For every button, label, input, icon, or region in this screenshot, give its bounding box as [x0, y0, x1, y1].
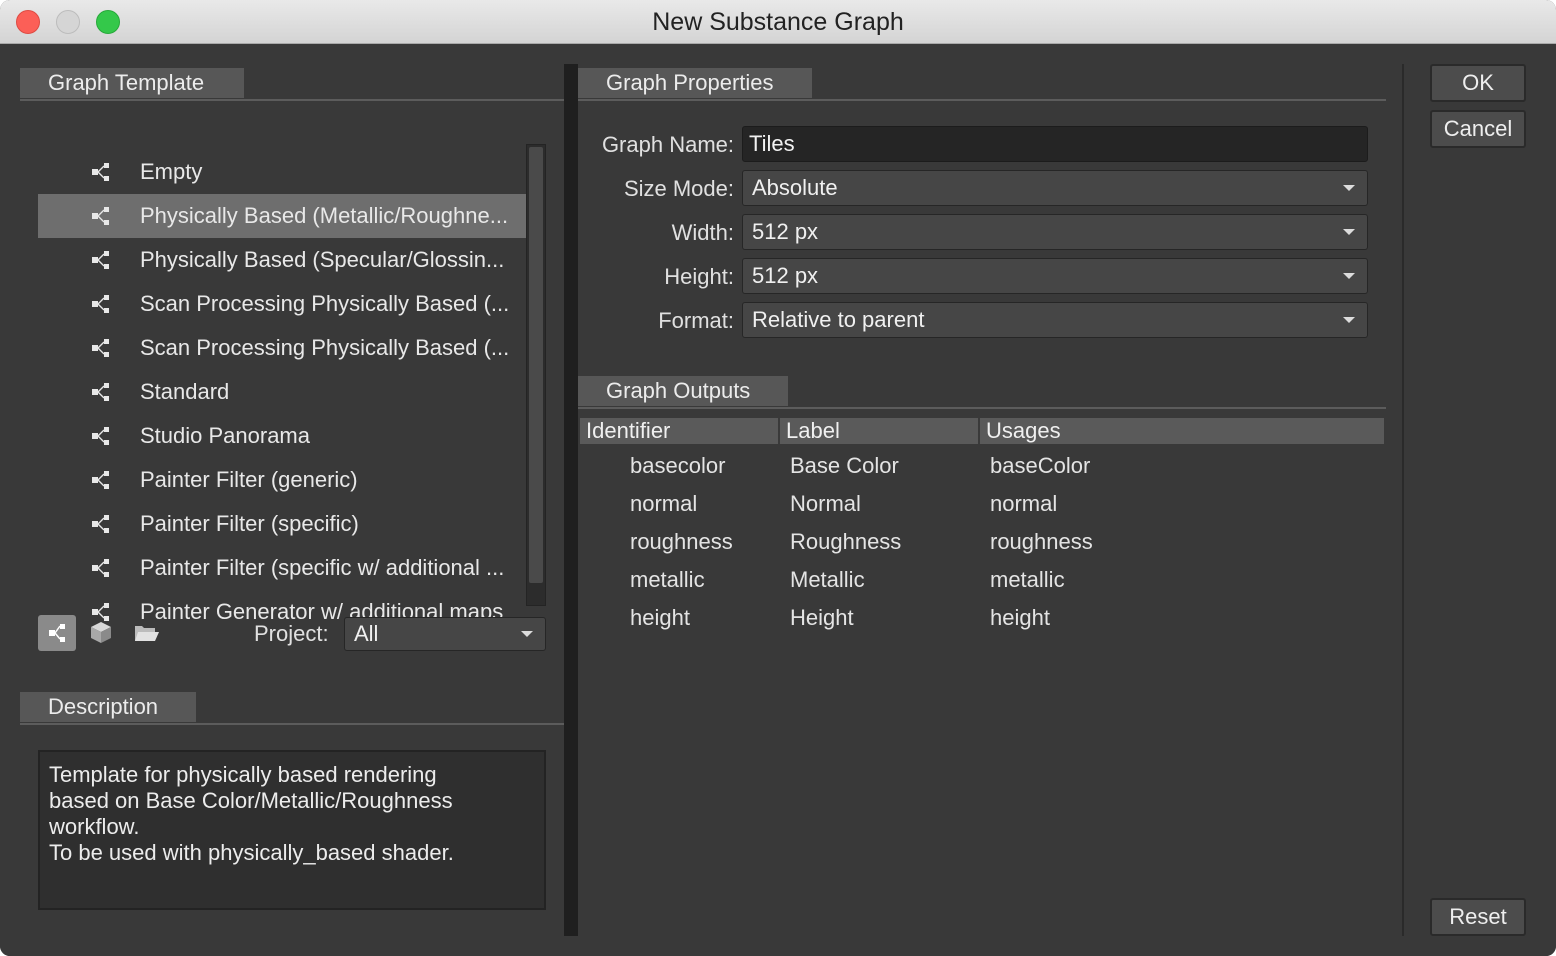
height-label: Height:: [664, 264, 734, 289]
graph-outputs-divider: [578, 407, 1386, 409]
column-header-label[interactable]: Label: [780, 418, 980, 444]
chevron-down-icon: [1343, 317, 1355, 323]
template-item[interactable]: Physically Based (Specular/Glossin...: [38, 238, 528, 282]
column-header-identifier[interactable]: Identifier: [580, 418, 780, 444]
graph-template-header: Graph Template: [20, 68, 244, 98]
output-cell-label[interactable]: Metallic: [790, 567, 865, 593]
template-item[interactable]: Painter Filter (generic): [38, 458, 528, 502]
column-header-usages[interactable]: Usages: [980, 418, 1384, 444]
graph-node-icon: [90, 160, 114, 184]
scrollbar-thumb[interactable]: [529, 147, 543, 583]
window-title: New Substance Graph: [652, 8, 904, 36]
graph-node-icon: [90, 512, 114, 536]
output-cell-identifier[interactable]: normal: [630, 491, 697, 517]
template-item[interactable]: Scan Processing Physically Based (...: [38, 282, 528, 326]
template-item[interactable]: Painter Filter (specific): [38, 502, 528, 546]
graph-node-icon: [49, 624, 65, 642]
panel-splitter[interactable]: [564, 64, 578, 936]
template-item-label: Painter Filter (specific): [140, 511, 359, 536]
template-item[interactable]: Standard: [38, 370, 528, 414]
template-item-label: Scan Processing Physically Based (...: [140, 291, 510, 316]
chevron-down-icon: [1343, 273, 1355, 279]
graph-name-input[interactable]: Tiles: [742, 126, 1368, 162]
chevron-down-icon: [521, 631, 533, 637]
output-cell-label[interactable]: Normal: [790, 491, 861, 517]
format-label: Format:: [658, 308, 734, 333]
graph-outputs-header: Graph Outputs: [578, 376, 788, 406]
open-folder-button[interactable]: [128, 615, 166, 651]
graph-node-icon: [90, 424, 114, 448]
title-bar[interactable]: New Substance Graph: [0, 0, 1556, 44]
graph-template-divider: [20, 99, 564, 101]
width-label: Width:: [671, 220, 734, 245]
graph-node-icon: [90, 380, 114, 404]
template-item-label: Scan Processing Physically Based (...: [140, 335, 510, 360]
graph-node-icon: [90, 556, 114, 580]
cube-icon: [91, 622, 111, 643]
width-dropdown[interactable]: 512 px: [742, 214, 1368, 250]
description-text: Template for physically based rendering …: [38, 750, 546, 910]
output-cell-usages[interactable]: baseColor: [990, 453, 1090, 479]
graph-properties-header: Graph Properties: [578, 68, 812, 98]
graph-node-icon: [90, 468, 114, 492]
width-value: 512 px: [752, 219, 819, 244]
template-item-label: Studio Panorama: [140, 423, 310, 448]
cancel-button[interactable]: Cancel: [1430, 110, 1526, 148]
template-list[interactable]: Empty Physically Based (Metallic/Roughne.…: [38, 150, 528, 624]
description-header: Description: [20, 692, 196, 722]
project-dropdown-value: All: [354, 621, 379, 646]
template-item-label: Standard: [140, 379, 230, 404]
template-list-scrollbar[interactable]: [526, 144, 546, 606]
ok-button[interactable]: OK: [1430, 64, 1526, 102]
template-item[interactable]: Studio Panorama: [38, 414, 528, 458]
size-mode-dropdown[interactable]: Absolute: [742, 170, 1368, 206]
output-cell-usages[interactable]: metallic: [990, 567, 1065, 593]
template-item[interactable]: Scan Processing Physically Based (...: [38, 326, 528, 370]
template-item[interactable]: Physically Based (Metallic/Roughne...: [38, 194, 528, 238]
output-cell-label[interactable]: Base Color: [790, 453, 899, 479]
template-item[interactable]: Empty: [38, 150, 528, 194]
outputs-table-header: Identifier Label Usages: [580, 418, 1384, 444]
template-item[interactable]: Painter Filter (specific w/ additional .…: [38, 546, 528, 590]
output-cell-identifier[interactable]: basecolor: [630, 453, 725, 479]
graph-node-icon: [90, 292, 114, 316]
reset-button[interactable]: Reset: [1430, 898, 1526, 936]
template-item-label: Physically Based (Specular/Glossin...: [140, 247, 505, 272]
graph-node-icon: [90, 204, 114, 228]
output-cell-usages[interactable]: roughness: [990, 529, 1093, 555]
output-cell-label[interactable]: Height: [790, 605, 854, 631]
format-dropdown[interactable]: Relative to parent: [742, 302, 1368, 338]
graph-name-label: Graph Name:: [601, 132, 734, 157]
graph-templates-mode-button[interactable]: [38, 615, 76, 651]
format-value: Relative to parent: [752, 307, 925, 332]
graph-name-value: Tiles: [749, 131, 795, 156]
graph-node-icon: [90, 248, 114, 272]
dialog-window: New Substance Graph Graph Template Empty…: [0, 0, 1556, 956]
chevron-down-icon: [1343, 185, 1355, 191]
output-cell-usages[interactable]: height: [990, 605, 1050, 631]
project-dropdown[interactable]: All: [344, 617, 546, 651]
chevron-down-icon: [1343, 229, 1355, 235]
size-mode-value: Absolute: [752, 175, 838, 200]
height-value: 512 px: [752, 263, 819, 288]
buttons-divider: [1402, 64, 1404, 936]
folder-icon: [135, 626, 159, 641]
graph-properties-divider: [578, 99, 1386, 101]
size-mode-label: Size Mode:: [623, 176, 734, 201]
template-item-label: Painter Filter (generic): [140, 467, 358, 492]
height-dropdown[interactable]: 512 px: [742, 258, 1368, 294]
template-item-label: Empty: [140, 159, 203, 184]
graph-node-icon: [90, 336, 114, 360]
description-divider: [20, 723, 564, 725]
project-label: Project:: [254, 621, 329, 646]
output-cell-identifier[interactable]: roughness: [630, 529, 733, 555]
3d-templates-mode-button[interactable]: [82, 615, 120, 651]
output-cell-label[interactable]: Roughness: [790, 529, 901, 555]
output-cell-identifier[interactable]: height: [630, 605, 690, 631]
template-item-label: Painter Filter (specific w/ additional .…: [140, 555, 505, 580]
template-item-label: Physically Based (Metallic/Roughne...: [140, 203, 509, 228]
output-cell-identifier[interactable]: metallic: [630, 567, 705, 593]
output-cell-usages[interactable]: normal: [990, 491, 1057, 517]
dialog-content: Graph Template Empty Physically Based (Me…: [0, 44, 1556, 956]
